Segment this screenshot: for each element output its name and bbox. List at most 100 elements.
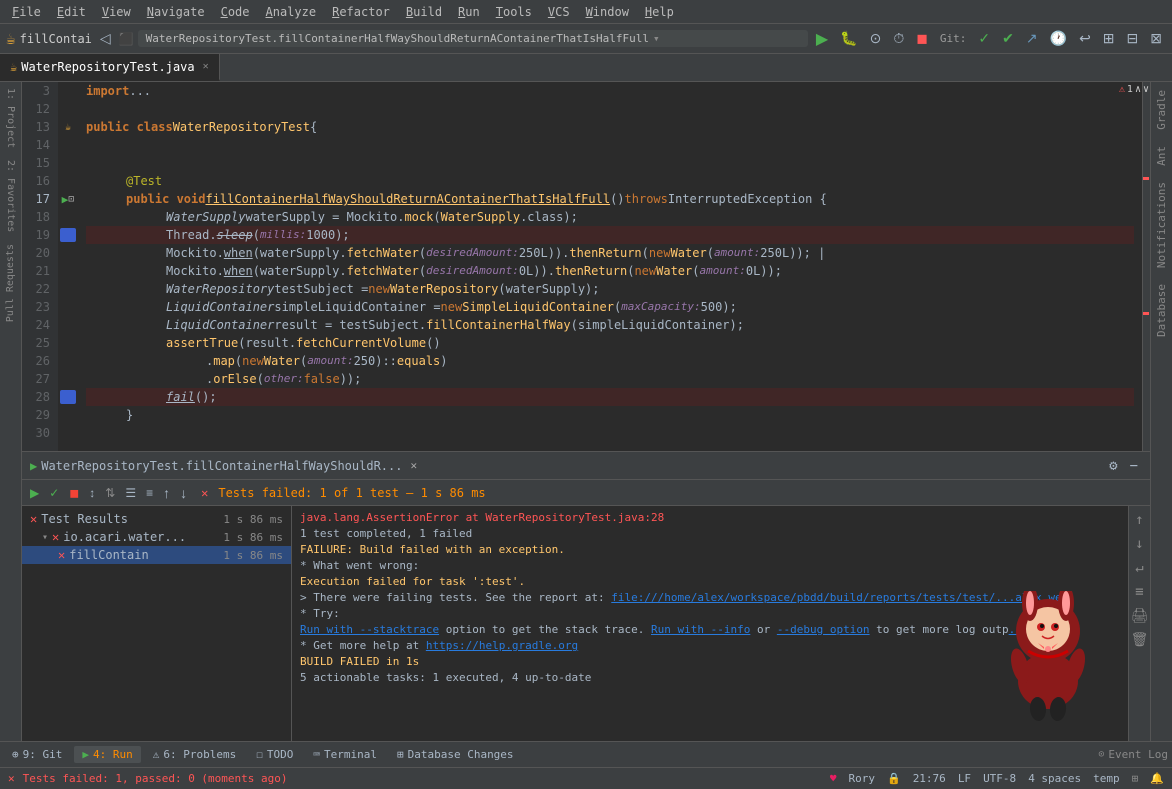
sidebar-ant[interactable]: Ant (1155, 138, 1168, 174)
tab-close-btn[interactable]: ✕ (203, 61, 209, 72)
gutter-26 (58, 352, 78, 370)
minimize-panel-btn[interactable]: − (1126, 456, 1142, 476)
info-link[interactable]: Run with --info (651, 623, 750, 636)
soft-wrap-btn[interactable]: ≡ (1133, 582, 1145, 602)
heart-icon: ♥ (830, 772, 837, 785)
expand-all-btn[interactable]: ☰ (121, 484, 140, 502)
trash-btn[interactable]: 🗑 (1129, 630, 1150, 650)
console-line-2: 1 test completed, 1 failed (300, 526, 1120, 542)
sidebar-item-favorites[interactable]: 2: Favorites (3, 154, 18, 238)
git-push-btn[interactable]: ↗ (1022, 28, 1042, 49)
run-panel-title[interactable]: WaterRepositoryTest.fillContainerHalfWay… (41, 459, 402, 473)
wrap-btn[interactable]: ↵ (1133, 558, 1145, 578)
sidebar-database[interactable]: Database (1155, 276, 1168, 345)
git-history-btn[interactable]: 🕐 (1046, 28, 1071, 49)
sidebar-item-project[interactable]: 1: Project (3, 82, 18, 154)
collapse-all-btn[interactable]: ≡ (142, 484, 157, 502)
editor-tab[interactable]: ☕ WaterRepositoryTest.java ✕ (0, 54, 220, 81)
test-results-root[interactable]: ✕ Test Results 1 s 86 ms (22, 510, 291, 528)
menu-build[interactable]: Build (398, 3, 450, 21)
git-update-btn[interactable]: ✔ (998, 28, 1018, 49)
coverage-button[interactable]: ⊙ (866, 28, 886, 49)
vcs-branch[interactable]: temp (1093, 772, 1120, 785)
stop-run-btn[interactable]: ◼ (65, 484, 83, 502)
gradle-help-link[interactable]: https://help.gradle.org (426, 639, 578, 652)
tab-problems[interactable]: ⚠ 6: Problems (145, 746, 244, 763)
sidebar-gradle[interactable]: Gradle (1155, 82, 1168, 138)
run-panel-close-x[interactable]: ✕ (410, 459, 417, 472)
tab-git[interactable]: ⊕ 9: Git (4, 746, 70, 763)
code-line-20: Mockito. when (waterSupply. fetchWater (… (86, 244, 1134, 262)
git-rollback-btn[interactable]: ↩ (1075, 28, 1095, 49)
database-tab-label: Database Changes (408, 748, 514, 761)
menu-run[interactable]: Run (450, 3, 488, 21)
pin-panel-btn[interactable]: ⚙ (1105, 456, 1121, 476)
back-btn[interactable]: ◁ (96, 28, 115, 49)
stacktrace-link[interactable]: Run with --stacktrace (300, 623, 439, 636)
code-line-3: import ... (86, 82, 1134, 100)
tab-run[interactable]: ▶ 4: Run (74, 746, 140, 763)
failed-count: Tests failed: 1 of 1 test – 1 s 86 ms (218, 486, 485, 500)
prev-fail-btn[interactable]: ↑ (159, 483, 174, 503)
line-ending[interactable]: LF (958, 772, 971, 785)
menu-tools[interactable]: Tools (488, 3, 540, 21)
gutter-19 (60, 228, 76, 242)
test-class-item[interactable]: ▾ ✕ io.acari.water... 1 s 86 ms (22, 528, 291, 546)
indent[interactable]: 4 spaces (1028, 772, 1081, 785)
tab-terminal[interactable]: ⌨ Terminal (305, 746, 385, 763)
settings-btn[interactable]: ⊟ (1123, 28, 1143, 49)
menu-view[interactable]: View (94, 3, 139, 21)
menu-vcs[interactable]: VCS (540, 3, 578, 21)
debug-link[interactable]: --debug option (777, 623, 870, 636)
gutter-15 (58, 154, 78, 172)
menu-code[interactable]: Code (213, 3, 258, 21)
event-log-label[interactable]: Event Log (1108, 748, 1168, 761)
scroll-down-btn[interactable]: ↓ (1133, 534, 1145, 554)
tab-todo[interactable]: ☐ TODO (248, 746, 301, 763)
menu-edit[interactable]: Edit (49, 3, 94, 21)
scroll-up-btn[interactable]: ↑ (1133, 510, 1145, 530)
test-method-duration: 1 s 86 ms (223, 549, 283, 562)
tab-database[interactable]: ⊞ Database Changes (389, 746, 522, 763)
menu-refactor[interactable]: Refactor (324, 3, 398, 21)
rerun-failed-btn[interactable]: ✓ (45, 484, 63, 502)
run-panel: ▶ WaterRepositoryTest.fillContainerHalfW… (22, 451, 1150, 741)
next-fail-btn[interactable]: ↓ (176, 483, 191, 503)
menu-help[interactable]: Help (637, 3, 682, 21)
user-name: Rory (848, 772, 875, 785)
menu-navigate[interactable]: Navigate (139, 3, 213, 21)
gutter-20 (58, 244, 78, 262)
dropdown-arrow-icon: ▾ (653, 32, 660, 45)
menu-window[interactable]: Window (578, 3, 637, 21)
tree-collapse-icon: ▾ (42, 532, 48, 543)
full-screen-btn[interactable]: ⊠ (1146, 28, 1166, 49)
menu-analyze[interactable]: Analyze (258, 3, 325, 21)
toggle-sort-alpha-btn[interactable]: ⇅ (101, 484, 119, 502)
sidebar-item-pull-requests[interactable]: Pull Requests (3, 238, 18, 328)
run-again-btn[interactable]: ▶ (26, 484, 43, 502)
class-fail-icon: ✕ (52, 530, 59, 544)
console-output[interactable]: java.lang.AssertionError at WaterReposit… (292, 506, 1128, 741)
print-btn[interactable]: 🖨 (1129, 606, 1150, 626)
encoding[interactable]: UTF-8 (983, 772, 1016, 785)
code-editor[interactable]: 3 12 13 14 15 16 17 18 19 20 21 22 23 24… (22, 82, 1150, 451)
problems-tab-icon: ⚠ (153, 748, 160, 761)
gutter: ☕ ▶ ⊡ (58, 82, 78, 451)
git-check-btn[interactable]: ✓ (974, 28, 994, 49)
code-content[interactable]: import ... public class WaterRepositoryT… (78, 82, 1142, 451)
menu-file[interactable]: File (4, 3, 49, 21)
run-config-icon: ⬛ (119, 32, 134, 46)
stop-button[interactable]: ◼ (912, 28, 932, 49)
position-indicator[interactable]: 21:76 (913, 772, 946, 785)
test-method-item[interactable]: ✕ fillContain 1 s 86 ms (22, 546, 291, 564)
debug-button[interactable]: 🐛 (836, 28, 861, 49)
run-button[interactable]: ▶ (812, 27, 832, 51)
run-path[interactable]: WaterRepositoryTest.fillContainerHalfWay… (138, 30, 808, 47)
project-structure-btn[interactable]: ⊞ (1099, 28, 1119, 49)
line-num-27: 27 (30, 370, 50, 388)
sidebar-notifications[interactable]: Notifications (1155, 174, 1168, 276)
code-line-16: @Test (86, 172, 1134, 190)
test-tree[interactable]: ✕ Test Results 1 s 86 ms ▾ ✕ io.acari.wa… (22, 506, 292, 741)
profile-button[interactable]: ⏱ (889, 28, 908, 49)
toggle-sort-btn[interactable]: ↕ (85, 484, 99, 502)
